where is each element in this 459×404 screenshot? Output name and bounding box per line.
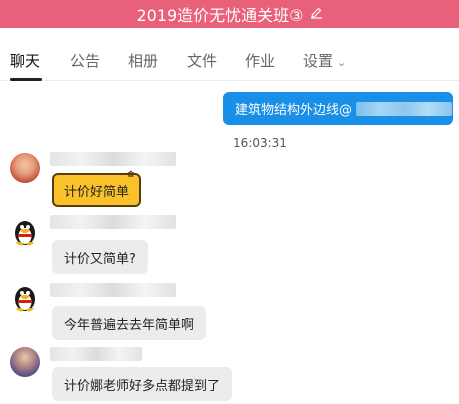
tab-files[interactable]: 文件 (187, 50, 217, 71)
pencil-icon[interactable] (310, 6, 323, 23)
outgoing-message-bubble[interactable]: 建筑物结构外边线@ (223, 92, 453, 125)
bubble-decoration-icon: ✿ (127, 170, 135, 180)
tab-settings[interactable]: 设置 ⌄ (303, 50, 346, 71)
group-title: 2019造价无忧通关班③ (136, 6, 304, 25)
tab-chat[interactable]: 聊天 (10, 50, 40, 71)
user-photo-avatar[interactable] (10, 347, 40, 377)
message-timestamp: 16:03:31 (233, 136, 287, 150)
message-bubble[interactable]: 计价又简单? (52, 240, 148, 274)
tab-album[interactable]: 相册 (128, 50, 158, 71)
message-bubble[interactable]: 计价娜老师好多点都提到了 (52, 367, 233, 401)
message-text: 计价又简单? (64, 251, 136, 267)
message-text: 计价好简单 (64, 184, 130, 200)
redacted-sender-name (50, 152, 176, 166)
tab-settings-label: 设置 (303, 52, 334, 70)
outgoing-message-text: 建筑物结构外边线@ (235, 103, 353, 118)
message-bubble[interactable]: 今年普遍去去年简单啊 (52, 306, 207, 340)
redacted-sender-name (50, 215, 176, 229)
chevron-down-icon: ⌄ (337, 56, 347, 69)
user-photo-avatar[interactable] (10, 153, 40, 183)
message-text: 计价娜老师好多点都提到了 (64, 378, 221, 394)
tab-announcement[interactable]: 公告 (70, 50, 100, 71)
tab-bar: 聊天 公告 相册 文件 作业 设置 ⌄ (0, 28, 459, 81)
penguin-avatar[interactable] (10, 282, 40, 312)
redacted-sender-name (50, 283, 176, 297)
penguin-avatar[interactable] (10, 216, 40, 246)
tab-homework[interactable]: 作业 (245, 50, 275, 71)
redacted-sender-name (50, 347, 142, 361)
message-text: 今年普遍去去年简单啊 (64, 317, 195, 333)
active-tab-indicator (10, 78, 42, 81)
redacted-mention (356, 101, 453, 116)
window-titlebar: 2019造价无忧通关班③ (0, 0, 459, 28)
